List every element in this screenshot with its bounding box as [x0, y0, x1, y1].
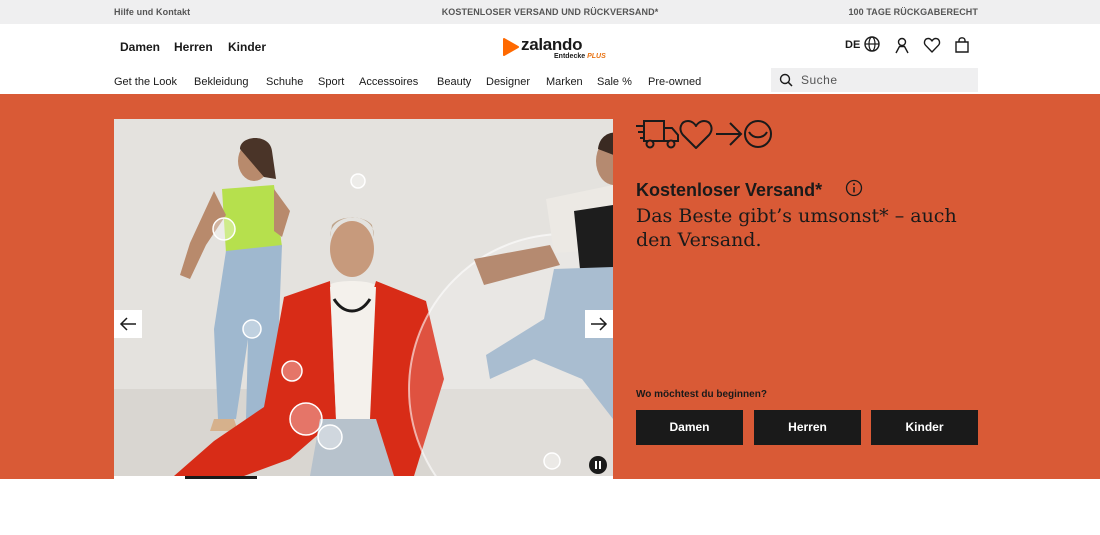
arrow-right-icon: [591, 317, 608, 331]
start-question: Wo möchtest du beginnen?: [636, 389, 767, 400]
nav-item-designer[interactable]: Designer: [486, 76, 530, 88]
user-icon[interactable]: [893, 36, 911, 54]
carousel-progress-active: [185, 476, 257, 479]
top-utility-bar: Hilfe und Kontakt KOSTENLOSER VERSAND UN…: [0, 0, 1100, 24]
return-policy-banner: 100 TAGE RÜCKGABERECHT: [848, 7, 978, 17]
nav-item-schuhe[interactable]: Schuhe: [266, 76, 303, 88]
gender-tab-damen[interactable]: Damen: [120, 40, 160, 54]
carousel-pause-button[interactable]: [589, 456, 607, 474]
nav-item-pre-owned[interactable]: Pre-owned: [648, 76, 701, 88]
hero-title: Kostenloser Versand*: [636, 180, 823, 200]
logo-tagline: Entdecke PLUS: [554, 53, 606, 60]
cta-damen-button[interactable]: Damen: [636, 410, 743, 445]
nav-item-get-the-look[interactable]: Get the Look: [114, 76, 177, 88]
language-selector[interactable]: DE: [845, 39, 860, 51]
arrow-left-icon: [119, 317, 136, 331]
site-header: Damen Herren Kinder zalando Entdecke PLU…: [0, 24, 1100, 94]
search-input[interactable]: [801, 71, 971, 89]
globe-icon[interactable]: [863, 35, 881, 53]
pause-icon-bar: [599, 461, 601, 469]
pause-icon: [595, 461, 597, 469]
search-box[interactable]: [771, 68, 978, 92]
carousel-prev-button[interactable]: [114, 310, 142, 338]
promo-icons: [636, 120, 772, 149]
hero-banner: Kostenloser Versand* Das Beste gibt’s um…: [0, 94, 1100, 479]
zalando-logo-icon: [503, 38, 519, 56]
gender-tab-kinder[interactable]: Kinder: [228, 40, 266, 54]
nav-item-sale[interactable]: Sale %: [597, 76, 632, 88]
cta-herren-button[interactable]: Herren: [754, 410, 861, 445]
nav-item-accessoires[interactable]: Accessoires: [359, 76, 418, 88]
carousel-progress: [114, 476, 613, 479]
bag-icon[interactable]: [953, 36, 971, 54]
logo-wordmark: zalando: [521, 35, 583, 54]
heart-outline-icon: [679, 120, 713, 149]
nav-item-sport[interactable]: Sport: [318, 76, 344, 88]
info-icon[interactable]: [845, 179, 863, 197]
delivery-truck-icon: [636, 120, 679, 149]
arrow-right-promo-icon: [716, 122, 743, 146]
logo-tagline-text: Entdecke: [554, 53, 586, 60]
zalando-logo[interactable]: zalando Entdecke PLUS: [502, 35, 612, 63]
nav-item-marken[interactable]: Marken: [546, 76, 583, 88]
nav-item-bekleidung[interactable]: Bekleidung: [194, 76, 248, 88]
hero-subtitle: Das Beste gibt’s umsonst* – auch den Ver…: [636, 205, 957, 251]
nav-item-beauty[interactable]: Beauty: [437, 76, 471, 88]
carousel-next-button[interactable]: [585, 310, 613, 338]
campaign-photo-illustration: [114, 119, 613, 476]
cta-kinder-button[interactable]: Kinder: [871, 410, 978, 445]
search-icon: [779, 73, 793, 87]
smile-icon: [744, 120, 772, 148]
gender-tab-herren[interactable]: Herren: [174, 40, 213, 54]
heart-icon[interactable]: [923, 36, 941, 54]
hero-campaign-image: [114, 119, 613, 476]
logo-plus-text: PLUS: [587, 53, 606, 60]
